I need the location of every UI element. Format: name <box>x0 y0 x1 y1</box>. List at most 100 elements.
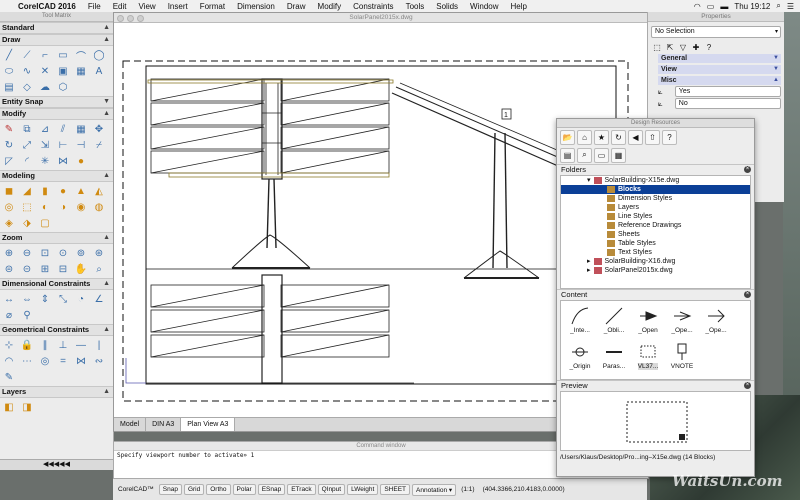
vertical-constraint-icon[interactable]: ⇕ <box>38 292 52 306</box>
tangent-constraint-icon[interactable]: ◠ <box>2 354 16 368</box>
section-modify[interactable]: Modify ▲ <box>0 108 113 120</box>
menu-insert[interactable]: Insert <box>162 2 194 11</box>
folder-item[interactable]: Line Styles <box>561 212 750 221</box>
search-icon[interactable]: ⌕ <box>577 147 592 163</box>
group-misc[interactable]: Misc ▲ <box>658 76 781 85</box>
folder-item[interactable]: Layers <box>561 203 750 212</box>
section-standard[interactable]: Standard ▲ <box>0 22 113 34</box>
chevron-right-icon[interactable]: ▸ <box>587 266 591 275</box>
tool-matrix-collapse-bar[interactable]: ◀◀◀◀◀ <box>0 459 113 470</box>
bomb-tool-icon[interactable]: ● <box>74 154 88 168</box>
perpendicular-constraint-icon[interactable]: ⊥ <box>56 338 70 352</box>
collapse-icon[interactable]: ▲ <box>103 387 110 397</box>
home-icon[interactable]: ⌂ <box>577 129 592 145</box>
zoom-out-icon[interactable]: ⊖ <box>20 246 34 260</box>
select-objects-icon[interactable]: ⇱ <box>665 42 675 52</box>
parallel-constraint-icon[interactable]: ∥ <box>38 338 52 352</box>
point-tool-icon[interactable]: ✕ <box>38 64 52 78</box>
folder-item[interactable]: Table Styles <box>561 239 750 248</box>
favorites-icon[interactable]: ★ <box>594 129 609 145</box>
menu-draw[interactable]: Draw <box>281 2 312 11</box>
ellipse-tool-icon[interactable]: ⬭ <box>2 64 16 78</box>
wifi-icon[interactable]: ◠ <box>694 2 701 11</box>
annotation-scale-select[interactable]: Annotation ▾ <box>412 483 457 496</box>
chevron-right-icon[interactable]: ▸ <box>587 257 591 266</box>
circle-tool-icon[interactable]: ◯ <box>92 48 106 62</box>
collapse-icon[interactable]: ▲ <box>103 233 110 243</box>
sheet-toggle[interactable]: SHEET <box>380 484 411 495</box>
polyline-tool-icon[interactable]: ⌐ <box>38 48 52 62</box>
drawing-window-titlebar[interactable]: SolarPanel2015x.dwg <box>114 13 648 23</box>
rectangle-tool-icon[interactable]: ▭ <box>56 48 70 62</box>
menu-app-name[interactable]: CorelCAD 2016 <box>12 2 82 11</box>
group-general[interactable]: General ▼ <box>658 54 781 63</box>
zoom-in-icon[interactable]: ⊕ <box>2 246 16 260</box>
pattern-tool-icon[interactable]: ▦ <box>74 122 88 136</box>
menu-edit[interactable]: Edit <box>107 2 133 11</box>
break-tool-icon[interactable]: ⌿ <box>92 138 106 152</box>
menu-file[interactable]: File <box>82 2 107 11</box>
tree-view-icon[interactable]: ▤ <box>560 147 575 163</box>
minimize-window-icon[interactable] <box>127 15 134 22</box>
linear-constraint-icon[interactable]: ↔ <box>2 292 16 306</box>
coincident-constraint-icon[interactable]: ⊹ <box>2 338 16 352</box>
zoom-fit-icon[interactable]: ⊚ <box>74 246 88 260</box>
qinput-toggle[interactable]: QInput <box>317 484 346 495</box>
wedge-solid-icon[interactable]: ◢ <box>20 184 34 198</box>
layer-previous-icon[interactable]: ◨ <box>20 400 34 414</box>
join-tool-icon[interactable]: ⋈ <box>56 154 70 168</box>
up-folder-icon[interactable]: ⇧ <box>645 129 660 145</box>
content-item[interactable]: _Obli... <box>597 303 631 339</box>
content-item[interactable]: _Inte... <box>563 303 597 339</box>
quick-select-icon[interactable]: ⬚ <box>652 42 662 52</box>
tab-din-a3[interactable]: DIN A3 <box>146 418 182 431</box>
cloud-tool-icon[interactable]: ☁ <box>38 80 52 94</box>
rotate-tool-icon[interactable]: ↻ <box>2 138 16 152</box>
close-window-icon[interactable] <box>117 15 124 22</box>
cylinder-solid-icon[interactable]: ▮ <box>38 184 52 198</box>
revolve-solid-icon[interactable]: ◐ <box>38 200 52 214</box>
folder-item[interactable]: ▸ SolarPanel2015x.dwg <box>561 266 750 275</box>
preview-toggle-icon[interactable]: ▭ <box>594 147 609 163</box>
collapse-icon[interactable]: ▲ <box>103 35 110 45</box>
open-folder-icon[interactable]: 📂 <box>560 129 575 145</box>
close-icon[interactable]: × <box>744 291 751 298</box>
property-value-dropdown[interactable]: No <box>674 98 781 109</box>
chevron-down-icon[interactable]: ▾ <box>587 176 591 185</box>
content-item[interactable]: _Origin <box>563 339 597 375</box>
collapse-icon[interactable]: ▲ <box>103 23 110 33</box>
notification-center-icon[interactable]: ☰ <box>787 2 794 11</box>
extend-tool-icon[interactable]: ⊣ <box>74 138 88 152</box>
folder-item[interactable]: Blocks <box>561 185 750 194</box>
collapse-icon[interactable]: ▲ <box>103 109 110 119</box>
zoom-scale-icon[interactable]: ⊜ <box>2 262 16 276</box>
union-solid-icon[interactable]: ◉ <box>74 200 88 214</box>
polar-toggle[interactable]: Polar <box>232 484 256 495</box>
folder-item[interactable]: Reference Drawings <box>561 221 750 230</box>
views-icon[interactable]: ▦ <box>611 147 626 163</box>
filter-icon[interactable]: ▽ <box>678 42 688 52</box>
mirror-tool-icon[interactable]: ⊿ <box>38 122 52 136</box>
aligned-constraint-icon[interactable]: ⤡ <box>56 292 70 306</box>
move-tool-icon[interactable]: ✥ <box>92 122 106 136</box>
subtract-solid-icon[interactable]: ◍ <box>92 200 106 214</box>
collapse-icon[interactable]: ▼ <box>103 97 110 107</box>
lweight-toggle[interactable]: LWeight <box>347 484 379 495</box>
table-tool-icon[interactable]: ▤ <box>2 80 16 94</box>
section-draw[interactable]: Draw ▲ <box>0 34 113 46</box>
spotlight-icon[interactable]: ⌕ <box>776 1 780 11</box>
content-item[interactable]: VNOTE <box>665 339 699 375</box>
close-icon[interactable]: × <box>744 166 751 173</box>
back-icon[interactable]: ◀ <box>628 129 643 145</box>
diameter-constraint-icon[interactable]: ⌀ <box>2 308 16 322</box>
zoom-previous-icon[interactable]: ⊙ <box>56 246 70 260</box>
menu-tools[interactable]: Tools <box>400 2 431 11</box>
zoom-window-icon[interactable] <box>137 15 144 22</box>
collapse-icon[interactable]: ▲ <box>103 171 110 181</box>
infinite-line-tool-icon[interactable]: ⟋ <box>20 48 34 62</box>
collapse-icon[interactable]: ▲ <box>103 279 110 289</box>
section-layers[interactable]: Layers ▲ <box>0 386 113 398</box>
menu-solids[interactable]: Solids <box>430 2 464 11</box>
group-view[interactable]: View ▼ <box>658 65 781 74</box>
property-value-dropdown[interactable]: Yes <box>674 86 781 97</box>
